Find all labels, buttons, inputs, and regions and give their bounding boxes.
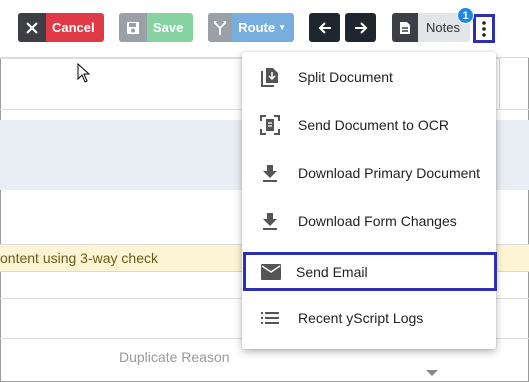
save-icon — [119, 13, 147, 42]
menu-item-download-form-changes[interactable]: Download Form Changes — [242, 197, 496, 245]
notes-count-badge: 1 — [457, 7, 474, 24]
mouse-cursor-icon — [77, 63, 91, 83]
warning-text: ontent using 3-way check — [0, 250, 158, 266]
document-icon — [392, 13, 418, 42]
save-label: Save — [153, 20, 184, 35]
route-button[interactable]: Route ▼ — [208, 13, 294, 42]
toolbar: Cancel Save Route ▼ Notes 1 — [0, 0, 529, 57]
more-options-button[interactable] — [473, 14, 495, 43]
caret-down-icon: ▼ — [278, 23, 286, 32]
duplicate-reason-select[interactable]: Duplicate Reason — [119, 349, 230, 365]
menu-item-label: Recent yScript Logs — [298, 310, 424, 326]
menu-item-label: Download Form Changes — [298, 213, 457, 229]
menu-item-split-document[interactable]: Split Document — [242, 53, 496, 101]
split-document-icon — [242, 67, 298, 87]
arrow-right-icon — [354, 21, 367, 34]
next-button[interactable] — [345, 13, 376, 42]
ocr-scan-icon — [242, 115, 298, 135]
route-label: Route — [238, 20, 276, 35]
menu-item-label: Send Email — [296, 263, 368, 280]
route-fork-icon — [208, 13, 233, 42]
menu-item-label: Send Document to OCR — [298, 117, 449, 133]
menu-item-send-email[interactable]: Send Email — [243, 252, 497, 291]
close-icon — [18, 13, 46, 42]
more-options-menu: Split Document Send Document to OCR Down… — [242, 52, 497, 349]
download-icon — [242, 212, 298, 230]
kebab-menu-icon — [482, 20, 486, 37]
chevron-down-icon[interactable] — [426, 370, 438, 376]
download-icon — [242, 164, 298, 182]
menu-item-recent-yscript-logs[interactable]: Recent yScript Logs — [242, 294, 496, 342]
cancel-label: Cancel — [52, 20, 95, 35]
arrow-left-icon — [318, 21, 331, 34]
menu-item-label: Split Document — [298, 69, 393, 85]
list-icon — [242, 311, 298, 325]
menu-item-label: Download Primary Document — [298, 165, 481, 181]
previous-button[interactable] — [309, 13, 340, 42]
email-icon — [246, 263, 296, 280]
menu-item-send-to-ocr[interactable]: Send Document to OCR — [242, 101, 496, 149]
cancel-button[interactable]: Cancel — [18, 13, 104, 42]
notes-label: Notes — [426, 20, 460, 35]
menu-item-download-primary[interactable]: Download Primary Document — [242, 149, 496, 197]
save-button[interactable]: Save — [119, 13, 193, 42]
